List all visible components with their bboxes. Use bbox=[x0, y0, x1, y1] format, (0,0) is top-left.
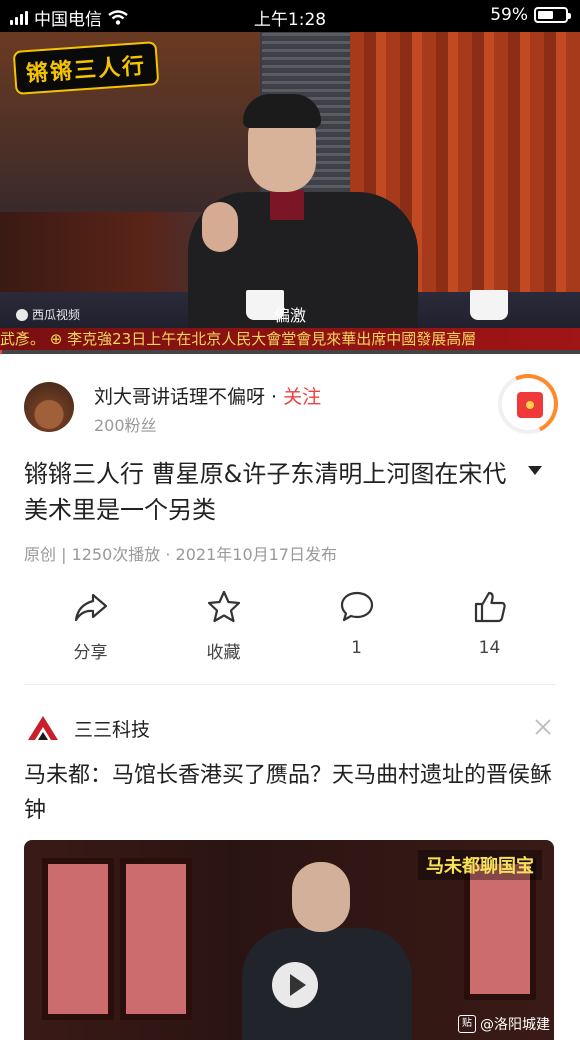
thumb-watermark: 贴 @洛阳城建 bbox=[458, 1014, 550, 1034]
star-icon bbox=[207, 590, 240, 623]
status-bar: 中国电信 上午1:28 59% bbox=[0, 0, 580, 32]
source-logo-icon bbox=[28, 716, 58, 740]
video-subtitle: 偏激 bbox=[273, 306, 306, 325]
author-name[interactable]: 刘大哥讲话理不偏呀 bbox=[94, 386, 265, 408]
favorite-label: 收藏 bbox=[206, 643, 241, 663]
thumb-host-figure bbox=[242, 862, 412, 1040]
share-label: 分享 bbox=[73, 643, 108, 663]
author-row: 刘大哥讲话理不偏呀 · 关注 200粉丝 bbox=[24, 365, 567, 443]
share-icon bbox=[74, 593, 107, 622]
thumb-screen-panel bbox=[120, 858, 192, 1020]
comment-icon bbox=[340, 591, 373, 622]
thumb-watermark-text: @洛阳城建 bbox=[480, 1017, 550, 1033]
video-meta: 原创 | 1250次播放 · 2021年10月17日发布 bbox=[24, 545, 337, 564]
red-envelope-icon[interactable] bbox=[489, 365, 567, 443]
feed-card-title[interactable]: 马未都：马馆长香港买了赝品？天马曲村遗址的晋侯稣钟 bbox=[24, 758, 554, 828]
thumb-show-badge: 马未都聊国宝 bbox=[418, 850, 542, 880]
like-count: 14 bbox=[478, 638, 501, 658]
action-bar: 分享 收藏 1 14 bbox=[24, 588, 556, 668]
fans-count: 200粉丝 bbox=[94, 416, 157, 435]
battery-icon bbox=[534, 7, 571, 23]
favorite-button[interactable]: 收藏 bbox=[157, 588, 290, 668]
feed-card-thumbnail[interactable]: 马未都聊国宝 贴 @洛阳城建 bbox=[24, 840, 554, 1040]
close-icon[interactable] bbox=[532, 716, 554, 738]
avatar[interactable] bbox=[24, 382, 74, 432]
like-button[interactable]: 14 bbox=[423, 588, 556, 668]
thumb-screen-panel bbox=[42, 858, 114, 1020]
watermark-badge-icon: 贴 bbox=[458, 1015, 476, 1033]
share-button[interactable]: 分享 bbox=[24, 588, 157, 668]
thumbs-up-icon bbox=[474, 591, 506, 623]
comment-button[interactable]: 1 bbox=[290, 588, 423, 668]
divider bbox=[24, 684, 556, 685]
battery-percent: 59% bbox=[490, 5, 528, 25]
expand-caret-icon[interactable] bbox=[528, 466, 542, 475]
news-ticker: 武彥。 ⊕ 李克強23日上午在北京人民大會堂會見來華出席中國發展高層 bbox=[0, 328, 580, 350]
status-right: 59% bbox=[490, 5, 571, 25]
source-name[interactable]: 三三科技 bbox=[74, 715, 150, 742]
name-separator: · bbox=[265, 386, 284, 408]
comment-count: 1 bbox=[351, 638, 362, 658]
play-icon[interactable] bbox=[272, 962, 318, 1008]
video-title: 锵锵三人行 曹星原&许子东清明上河图在宋代美术里是一个另类 bbox=[24, 460, 507, 524]
follow-button[interactable]: 关注 bbox=[283, 386, 321, 408]
video-player[interactable]: 锵锵三人行 西瓜视频 偏激 武彥。 ⊕ 李克強23日上午在北京人民大會堂會見來華… bbox=[0, 32, 580, 354]
author-line: 刘大哥讲话理不偏呀 · 关注 bbox=[94, 382, 321, 409]
video-progress-bar[interactable] bbox=[0, 350, 580, 354]
